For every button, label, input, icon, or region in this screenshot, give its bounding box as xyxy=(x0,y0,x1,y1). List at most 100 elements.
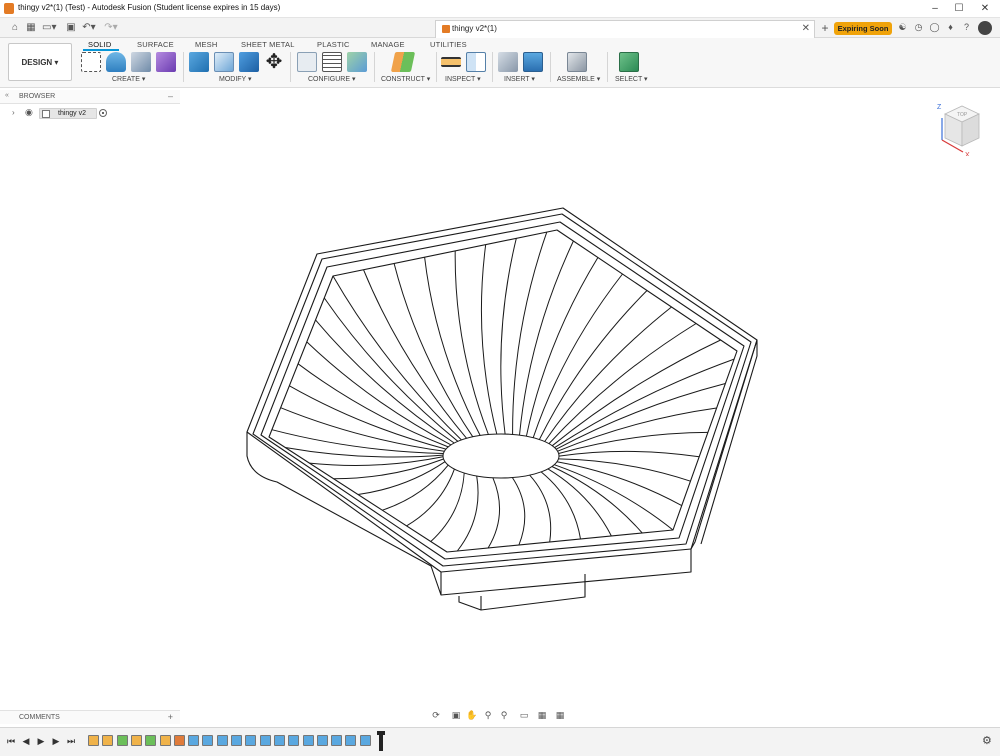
help-icon[interactable]: ? xyxy=(960,21,973,34)
grid-settings-icon[interactable]: ▦ xyxy=(536,709,548,721)
group-construct[interactable]: CONSTRUCT ▾ xyxy=(381,75,430,83)
combine-icon[interactable] xyxy=(239,52,259,72)
group-insert[interactable]: INSERT ▾ xyxy=(504,75,535,83)
component-node[interactable]: thingy v2 xyxy=(39,108,97,119)
viewports-icon[interactable]: ▦ xyxy=(554,709,566,721)
joint-icon[interactable] xyxy=(567,52,587,72)
revolve-icon[interactable] xyxy=(131,52,151,72)
look-at-icon[interactable]: ▣ xyxy=(450,709,462,721)
visibility-eye-icon[interactable]: ◉ xyxy=(25,107,33,118)
extrude-icon[interactable] xyxy=(106,52,126,72)
timeline-feature-icon[interactable] xyxy=(273,735,285,746)
group-assemble[interactable]: ASSEMBLE ▾ xyxy=(557,75,600,83)
group-create[interactable]: CREATE ▾ xyxy=(112,75,145,83)
timeline-feature-icon[interactable] xyxy=(345,735,357,746)
timeline-feature-icon[interactable] xyxy=(331,735,343,746)
close-window-button[interactable]: ✕ xyxy=(978,2,992,16)
group-configure[interactable]: CONFIGURE ▾ xyxy=(308,75,355,83)
fillet-icon[interactable] xyxy=(214,52,234,72)
insert-image-icon[interactable] xyxy=(523,52,543,72)
timeline-feature-icon[interactable] xyxy=(259,735,271,746)
create-form-icon[interactable] xyxy=(156,52,176,72)
home-icon[interactable]: ⌂ xyxy=(8,21,22,35)
workspace-switcher-button[interactable]: DESIGN ▾ xyxy=(8,43,72,81)
rib-line xyxy=(323,297,459,442)
press-pull-icon[interactable] xyxy=(189,52,209,72)
file-icon[interactable]: ▭▾ xyxy=(42,21,56,35)
timeline-feature-icon[interactable] xyxy=(88,735,99,746)
timeline-feature-icon[interactable] xyxy=(159,735,171,746)
timeline-next-icon[interactable]: ▶ xyxy=(50,735,62,747)
timeline-feature-icon[interactable] xyxy=(245,735,257,746)
insert-derive-icon[interactable] xyxy=(498,52,518,72)
display-settings-icon[interactable]: ▭ xyxy=(518,709,530,721)
timeline-feature-icon[interactable] xyxy=(216,735,228,746)
tab-plastic[interactable]: PLASTIC xyxy=(317,40,350,49)
timeline-prev-icon[interactable]: ◀ xyxy=(20,735,32,747)
browser-root-item[interactable]: › ◉ thingy v2 xyxy=(0,106,180,120)
maximize-button[interactable]: ☐ xyxy=(952,2,966,16)
comments-panel-header[interactable]: COMMENTS + xyxy=(0,710,180,724)
expand-arrow-icon[interactable]: › xyxy=(12,108,15,117)
tab-solid[interactable]: SOLID xyxy=(88,40,112,49)
timeline-play-icon[interactable]: ▶ xyxy=(35,735,47,747)
close-tab-icon[interactable]: ✕ xyxy=(802,23,810,34)
table-icon[interactable] xyxy=(322,52,342,72)
timeline-start-icon[interactable]: ⏮ xyxy=(5,735,17,747)
online-status-icon[interactable]: ◯ xyxy=(928,21,941,34)
timeline-end-icon[interactable]: ⏭ xyxy=(65,735,77,747)
configure-rules-icon[interactable] xyxy=(347,52,367,72)
document-tab[interactable]: thingy v2*(1) ✕ xyxy=(435,20,815,38)
collapse-panel-icon[interactable]: « xyxy=(5,92,9,99)
new-tab-icon[interactable]: + xyxy=(818,21,832,35)
timeline-feature-icon[interactable] xyxy=(231,735,242,746)
move-icon[interactable]: ✥ xyxy=(264,52,284,72)
avatar[interactable] xyxy=(978,21,992,35)
timeline-feature-icon[interactable] xyxy=(130,735,142,746)
notifications-icon[interactable]: ♦ xyxy=(944,21,957,34)
group-modify[interactable]: MODIFY ▾ xyxy=(219,75,252,83)
section-analysis-icon[interactable] xyxy=(466,52,486,72)
offset-plane-icon[interactable] xyxy=(390,52,416,72)
expiring-soon-badge[interactable]: Expiring Soon xyxy=(834,22,892,35)
group-select[interactable]: SELECT ▾ xyxy=(615,75,648,83)
tab-manage[interactable]: MANAGE xyxy=(371,40,405,49)
tab-sheet-metal[interactable]: SHEET METAL xyxy=(241,40,295,49)
zoom-icon[interactable]: ⚲ xyxy=(482,709,494,721)
configure-icon[interactable] xyxy=(297,52,317,72)
tab-mesh[interactable]: MESH xyxy=(195,40,217,49)
minimize-panel-icon[interactable]: – xyxy=(168,91,173,101)
timeline-feature-icon[interactable] xyxy=(316,735,328,746)
timeline-feature-icon[interactable] xyxy=(188,735,200,746)
activate-radio-icon[interactable] xyxy=(99,109,107,117)
timeline-feature-icon[interactable] xyxy=(288,735,300,746)
fit-icon[interactable]: ⚲ xyxy=(498,709,510,721)
timeline-marker[interactable] xyxy=(377,731,385,751)
timeline-feature-icon[interactable] xyxy=(116,735,128,746)
pan-icon[interactable]: ✋ xyxy=(466,709,478,721)
select-icon[interactable] xyxy=(619,52,639,72)
gear-icon[interactable]: ⚙ xyxy=(982,734,992,747)
group-inspect[interactable]: INSPECT ▾ xyxy=(445,75,481,83)
tab-utilities[interactable]: UTILITIES xyxy=(430,40,467,49)
extensions-icon[interactable]: ☯ xyxy=(896,21,909,34)
minimize-button[interactable]: – xyxy=(928,2,942,16)
viewport-canvas[interactable] xyxy=(181,104,1000,704)
undo-icon[interactable]: ↶▾ xyxy=(82,21,96,35)
timeline-feature-icon[interactable] xyxy=(173,735,185,746)
add-comment-icon[interactable]: + xyxy=(168,712,173,722)
timeline-feature-icon[interactable] xyxy=(145,735,157,746)
tab-surface[interactable]: SURFACE xyxy=(137,40,174,49)
create-sketch-icon[interactable] xyxy=(81,52,101,72)
grid-icon[interactable]: ▦ xyxy=(24,21,38,35)
timeline-feature-icon[interactable] xyxy=(359,735,371,746)
orbit-icon[interactable]: ⟳ xyxy=(430,709,442,721)
timeline-feature-icon[interactable] xyxy=(102,735,114,746)
measure-icon[interactable] xyxy=(441,57,461,67)
browser-panel-header[interactable]: « BROWSER – xyxy=(0,90,180,104)
timeline-feature-icon[interactable] xyxy=(202,735,214,746)
save-icon[interactable]: ▣ xyxy=(64,21,78,35)
timeline-feature-icon[interactable] xyxy=(302,735,314,746)
redo-icon[interactable]: ↷▾ xyxy=(104,21,118,35)
job-status-icon[interactable]: ◷ xyxy=(912,21,925,34)
